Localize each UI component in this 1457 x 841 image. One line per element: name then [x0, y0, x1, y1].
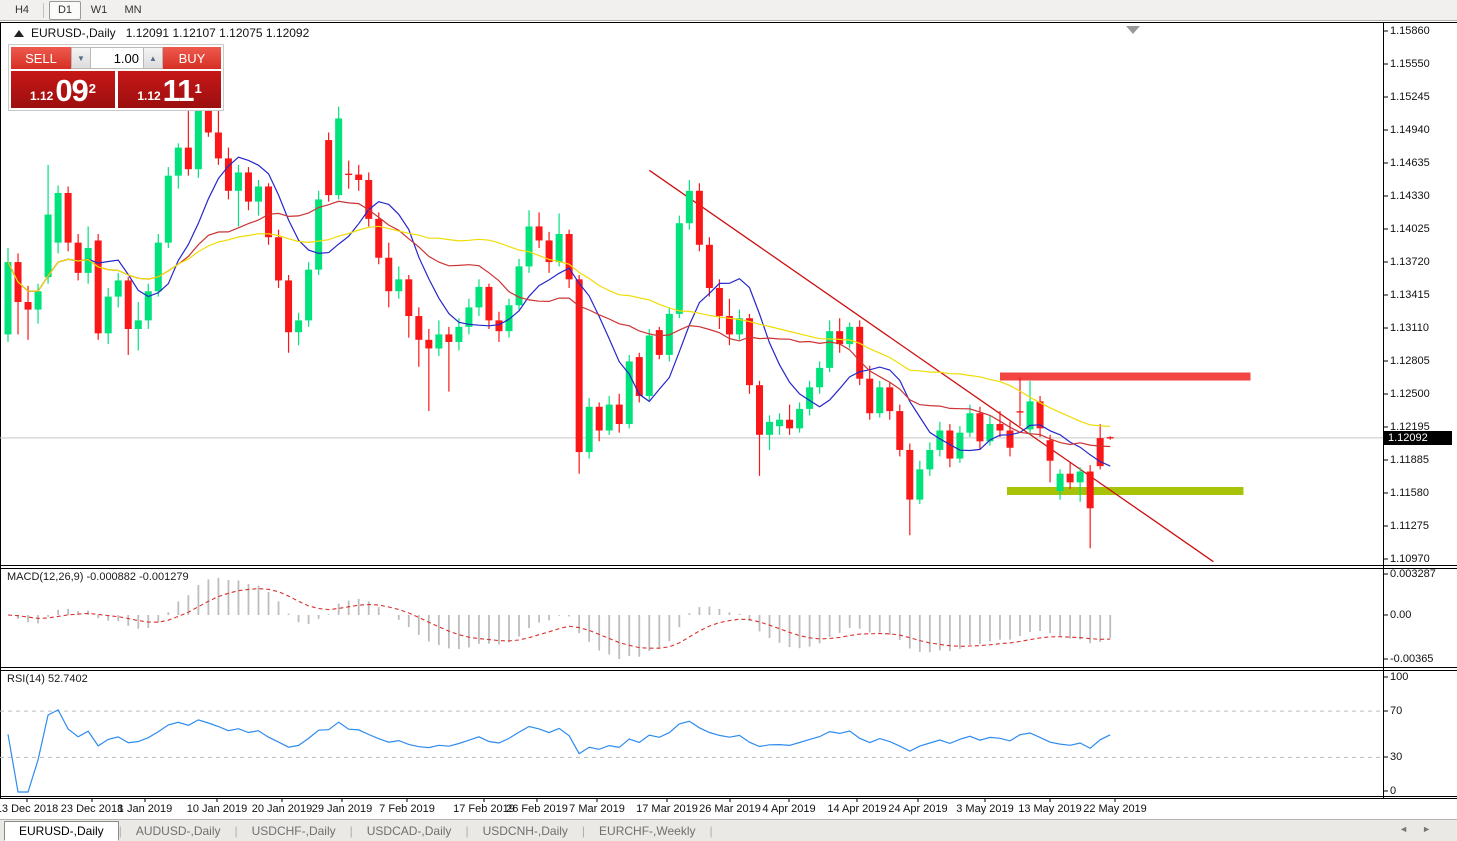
buy-button[interactable]: BUY	[163, 47, 221, 69]
candles-series	[5, 100, 1114, 548]
price-axis-label: 1.12500	[1390, 388, 1430, 400]
tab-scroll-arrows[interactable]: ◄►	[1399, 824, 1445, 834]
symbol-tab-bar: EURUSD-,Daily|AUDUSD-,Daily|USDCHF-,Dail…	[0, 819, 1457, 841]
timeframe-button-d1[interactable]: D1	[49, 1, 81, 20]
price-axis-label: 1.11275	[1390, 520, 1429, 532]
symbol-tab-usdcnh[interactable]: USDCNH-,Daily	[469, 822, 582, 840]
indicator-axis-label: 0	[1390, 785, 1396, 797]
date-axis-label: 14 Apr 2019	[827, 803, 886, 815]
symbol-name: EURUSD-,Daily	[31, 26, 116, 40]
toolbar-separator	[43, 3, 44, 18]
descending-trendline[interactable]	[649, 170, 1213, 561]
price-axis-label: 1.13415	[1390, 289, 1430, 301]
symbol-tab-usdchf[interactable]: USDCHF-,Daily	[238, 822, 350, 840]
macd-indicator-label: MACD(12,26,9) -0.000882 -0.001279	[7, 571, 189, 583]
ohlc-close: 1.12092	[266, 26, 309, 40]
timeframe-button-w1[interactable]: W1	[83, 1, 115, 20]
date-axis-label: 7 Feb 2019	[379, 803, 435, 815]
price-axis-label: 1.15550	[1390, 58, 1430, 70]
price-axis-label: 1.12195	[1390, 421, 1430, 433]
symbol-tab-audusd[interactable]: AUDUSD-,Daily	[122, 822, 235, 840]
date-axis-label: 1 Jan 2019	[118, 803, 172, 815]
date-axis-label: 26 Feb 2019	[506, 803, 568, 815]
ohlc-open: 1.12091	[126, 26, 169, 40]
date-axis-label: 23 Dec 2018	[61, 803, 123, 815]
ohlc-high: 1.12107	[172, 26, 215, 40]
date-axis-label: 10 Jan 2019	[187, 803, 248, 815]
tab-scroll-right-icon: ►	[1422, 824, 1445, 834]
timeframe-toolbar: H4 D1W1MN	[0, 0, 1457, 21]
indicator-axis-label: 0.00	[1390, 609, 1411, 621]
rsi-value: 52.7402	[48, 673, 88, 685]
symbol-tab-eurchf[interactable]: EURCHF-,Weekly	[585, 822, 709, 840]
indicator-axis-label: 70	[1390, 705, 1402, 717]
date-axis-label: 22 May 2019	[1083, 803, 1147, 815]
volume-decrease-button[interactable]: ▼	[71, 47, 91, 69]
date-axis-label: 3 May 2019	[956, 803, 1013, 815]
one-click-trade-panel: SELL ▼ ▲ BUY 1.12 09 2 1.12 11 1	[8, 44, 224, 111]
date-axis-label: 13 Dec 2018	[0, 803, 58, 815]
macd-value-signal: -0.001279	[139, 571, 189, 583]
resistance-line[interactable]	[1000, 373, 1251, 381]
symbol-tab-eurusd[interactable]: EURUSD-,Daily	[4, 821, 119, 841]
price-axis-label: 1.13110	[1390, 322, 1429, 334]
tab-scroll-left-icon: ◄	[1399, 824, 1422, 834]
chart-shift-marker-icon[interactable]	[1126, 26, 1140, 34]
date-axis-label: 26 Mar 2019	[699, 803, 761, 815]
macd-signal-line	[8, 589, 1110, 649]
sell-price-main: 09	[55, 76, 87, 106]
price-axis-label: 1.15860	[1390, 25, 1430, 37]
date-axis-label: 7 Mar 2019	[569, 803, 625, 815]
rsi-line	[8, 710, 1110, 792]
date-axis-label: 20 Jan 2019	[252, 803, 313, 815]
ohlc-low: 1.12075	[219, 26, 262, 40]
indicator-axis-label: 30	[1390, 751, 1402, 763]
macd-histogram	[18, 578, 1110, 659]
symbol-tab-usdcad[interactable]: USDCAD-,Daily	[353, 822, 466, 840]
buy-price-pipette: 1	[194, 71, 201, 107]
timeframe-button-h4[interactable]: H4	[6, 1, 38, 20]
date-axis-label: 4 Apr 2019	[762, 803, 815, 815]
sell-price-button[interactable]: 1.12 09 2	[11, 71, 115, 108]
ma-fast-line[interactable]	[8, 157, 1110, 466]
sell-price-pipette: 2	[89, 71, 96, 107]
sell-price-prefix: 1.12	[30, 86, 53, 106]
indicator-axis-label: 0.003287	[1390, 568, 1436, 580]
date-axis-label: 24 Apr 2019	[888, 803, 947, 815]
date-axis-label: 17 Mar 2019	[636, 803, 698, 815]
rsi-indicator-label: RSI(14) 52.7402	[7, 673, 88, 685]
current-price-tag: 1.12092	[1384, 431, 1452, 445]
macd-value-main: -0.000882	[86, 571, 136, 583]
indicator-axis-label: 100	[1390, 671, 1408, 683]
support-line[interactable]	[1007, 487, 1243, 495]
price-chart-canvas[interactable]	[0, 0, 1457, 841]
price-axis-label: 1.14635	[1390, 157, 1430, 169]
symbol-collapse-icon[interactable]	[14, 30, 24, 37]
volume-increase-button[interactable]: ▲	[143, 47, 163, 69]
volume-input[interactable]	[91, 47, 143, 69]
chart-symbol-header: EURUSD-,Daily 1.12091 1.12107 1.12075 1.…	[14, 26, 309, 40]
price-axis-label: 1.10970	[1390, 553, 1430, 565]
trading-platform-window: H4D1W1MN EURUSD-,Daily 1.12091 1.12107 1…	[0, 0, 1457, 841]
price-axis-label: 1.13720	[1390, 256, 1430, 268]
tab-divider: |	[709, 824, 712, 838]
price-axis-label: 1.11885	[1390, 454, 1429, 466]
price-axis-label: 1.11580	[1390, 487, 1429, 499]
sell-button[interactable]: SELL	[11, 47, 71, 69]
indicator-axis-label: -0.00365	[1390, 653, 1433, 665]
price-axis-label: 1.14025	[1390, 223, 1430, 235]
timeframe-button-mn[interactable]: MN	[117, 1, 149, 20]
price-axis-label: 1.14940	[1390, 124, 1430, 136]
buy-price-prefix: 1.12	[137, 86, 160, 106]
date-axis-label: 29 Jan 2019	[312, 803, 373, 815]
buy-price-main: 11	[163, 76, 194, 106]
date-axis-label: 13 May 2019	[1018, 803, 1082, 815]
price-axis-label: 1.15245	[1390, 91, 1430, 103]
price-axis-label: 1.12805	[1390, 355, 1430, 367]
buy-price-button[interactable]: 1.12 11 1	[118, 71, 221, 108]
price-axis-label: 1.14330	[1390, 190, 1430, 202]
